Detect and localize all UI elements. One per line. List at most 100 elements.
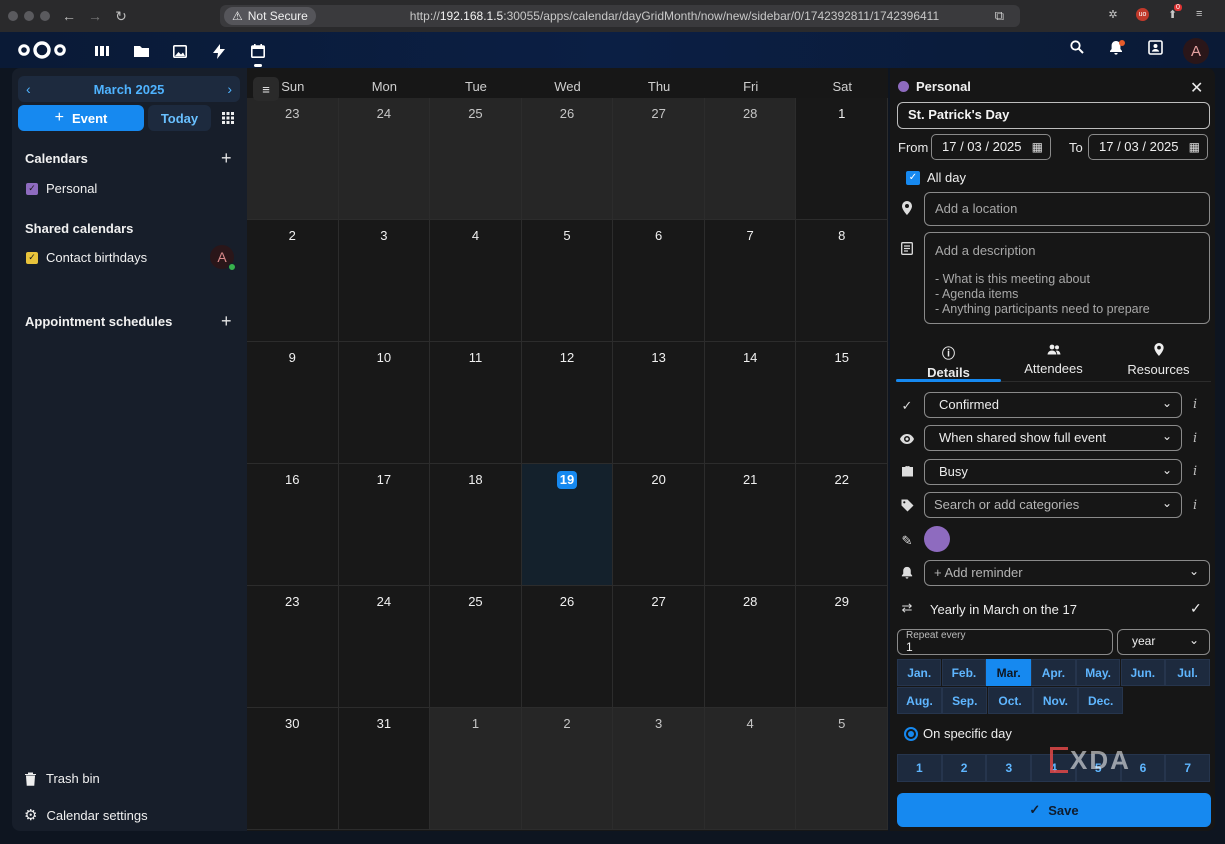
all-day-checkbox[interactable]: ✓ All day (906, 170, 966, 185)
visibility-select[interactable]: When shared show full event ⌄ (924, 425, 1182, 451)
search-icon[interactable] (1070, 40, 1084, 57)
day-cell[interactable]: 18 (430, 464, 522, 586)
zoom-window-button[interactable] (40, 11, 50, 21)
close-icon[interactable]: ✕ (1190, 78, 1203, 98)
dashboard-icon[interactable] (92, 42, 112, 60)
on-specific-day-radio[interactable]: On specific day (904, 726, 1012, 741)
day-number[interactable]: 31 (374, 715, 394, 733)
calendar-item-personal[interactable]: ✓ Personal (26, 181, 97, 196)
month-title[interactable]: March 2025 (94, 82, 165, 97)
day-button[interactable]: 3 (986, 754, 1032, 782)
day-number[interactable]: 3 (374, 227, 394, 245)
day-cell[interactable]: 2 (521, 708, 614, 830)
day-number[interactable]: 30 (282, 715, 302, 733)
day-cell[interactable]: 13 (613, 342, 705, 464)
month-button[interactable]: Apr. (1031, 659, 1076, 686)
day-cell[interactable]: 31 (338, 708, 431, 830)
day-number[interactable]: 28 (740, 593, 760, 611)
day-number[interactable]: 4 (465, 227, 485, 245)
day-number[interactable]: 10 (374, 349, 394, 367)
day-cell[interactable]: 25 (430, 98, 522, 220)
day-cell[interactable]: 23 (247, 586, 339, 708)
day-cell[interactable]: 3 (338, 220, 431, 342)
day-cell[interactable]: 7 (704, 220, 797, 342)
month-button[interactable]: Dec. (1078, 687, 1124, 714)
day-cell[interactable]: 15 (796, 342, 889, 464)
month-button[interactable]: Jan. (897, 659, 942, 686)
info-icon[interactable]: i (1193, 498, 1197, 513)
new-event-button[interactable]: + Event (18, 105, 144, 131)
calendar-picker[interactable]: Personal (916, 79, 971, 94)
add-calendar-icon[interactable]: + (221, 149, 232, 167)
day-cell[interactable]: 2 (247, 220, 339, 342)
forward-icon[interactable]: → (82, 8, 108, 24)
month-button[interactable]: Jul. (1165, 659, 1210, 686)
day-cell[interactable]: 30 (247, 708, 339, 830)
day-cell[interactable]: 20 (613, 464, 705, 586)
day-cell[interactable]: 9 (247, 342, 339, 464)
ublock-icon[interactable]: uo (1136, 8, 1149, 21)
trash-bin-link[interactable]: Trash bin (24, 771, 100, 786)
add-appointment-icon[interactable]: + (221, 312, 232, 330)
day-number[interactable]: 13 (649, 349, 669, 367)
day-cell[interactable]: 5 (521, 220, 614, 342)
activity-icon[interactable] (209, 42, 229, 60)
calendar-picker-icon[interactable]: ▦ (1032, 135, 1043, 159)
day-button[interactable]: 1 (897, 754, 942, 782)
back-icon[interactable]: ← (56, 8, 82, 24)
month-button[interactable]: Sep. (942, 687, 988, 714)
info-icon[interactable]: i (1193, 397, 1197, 412)
status-select[interactable]: Confirmed ⌄ (924, 392, 1182, 418)
day-cell[interactable]: 11 (430, 342, 522, 464)
tab-details[interactable]: ⓘ Details (896, 340, 1001, 382)
nextcloud-logo[interactable] (17, 39, 67, 61)
minimize-window-button[interactable] (24, 11, 34, 21)
contacts-icon[interactable] (1148, 40, 1163, 58)
day-cell[interactable]: 29 (796, 586, 889, 708)
extension-puzzle-icon[interactable]: ✲ (1106, 8, 1120, 21)
repeat-every-input[interactable]: Repeat every 1 (897, 629, 1113, 655)
info-icon[interactable]: i (1193, 464, 1197, 479)
day-button[interactable]: 7 (1165, 754, 1211, 782)
day-cell[interactable]: 28 (704, 586, 797, 708)
day-number[interactable]: 3 (649, 715, 669, 733)
day-cell[interactable]: 1 (796, 98, 889, 220)
day-cell[interactable]: 6 (613, 220, 705, 342)
day-cell[interactable]: 8 (796, 220, 889, 342)
day-number[interactable]: 26 (557, 593, 577, 611)
day-number[interactable]: 23 (282, 105, 302, 123)
day-number[interactable]: 17 (374, 471, 394, 489)
day-cell[interactable]: 23 (247, 98, 339, 220)
day-cell[interactable]: 27 (613, 98, 705, 220)
day-cell[interactable]: 10 (338, 342, 431, 464)
more-menu-icon[interactable]: ≡ (1196, 8, 1202, 20)
month-button[interactable]: Mar. (986, 659, 1031, 686)
day-cell[interactable]: 12 (521, 342, 614, 464)
day-cell[interactable]: 24 (338, 586, 431, 708)
chevron-left-icon[interactable]: ‹ (26, 81, 31, 97)
month-button[interactable]: Aug. (897, 687, 942, 714)
event-color-picker[interactable] (924, 526, 950, 552)
day-number[interactable]: 7 (740, 227, 760, 245)
day-number[interactable]: 20 (649, 471, 669, 489)
info-icon[interactable]: i (1193, 431, 1197, 446)
day-cell[interactable]: 22 (796, 464, 889, 586)
month-button[interactable]: Oct. (987, 687, 1033, 714)
day-cell[interactable]: 1 (430, 708, 522, 830)
extension-icon[interactable]: ⬆ 0 (1168, 4, 1182, 21)
day-number[interactable]: 1 (465, 715, 485, 733)
day-number[interactable]: 29 (832, 593, 852, 611)
day-number[interactable]: 27 (649, 593, 669, 611)
day-cell[interactable]: 27 (613, 586, 705, 708)
day-number[interactable]: 15 (832, 349, 852, 367)
day-button[interactable]: 2 (941, 754, 987, 782)
radio-selected-icon[interactable] (904, 726, 918, 741)
reload-icon[interactable]: ↻ (108, 8, 134, 25)
day-number[interactable]: 9 (282, 349, 302, 367)
location-input[interactable]: Add a location (924, 192, 1210, 226)
day-number[interactable]: 26 (557, 105, 577, 123)
categories-select[interactable]: Search or add categories ⌄ (924, 492, 1182, 518)
day-cell[interactable]: 14 (704, 342, 797, 464)
month-button[interactable]: May. (1075, 659, 1121, 686)
day-number[interactable]: 24 (374, 593, 394, 611)
